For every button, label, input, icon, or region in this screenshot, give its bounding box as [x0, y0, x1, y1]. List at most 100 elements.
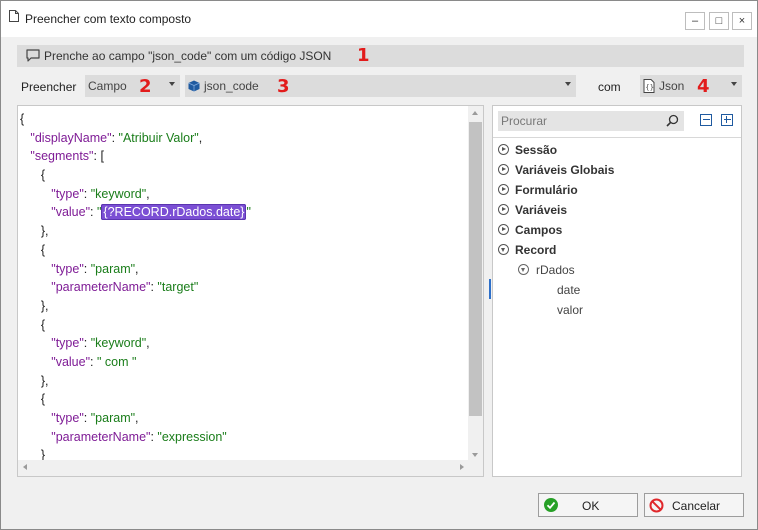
- close-button[interactable]: ×: [732, 12, 752, 30]
- tree-item-label: Sessão: [515, 143, 558, 157]
- variables-panel: Procurar Sessão Variáveis Globais Formulár…: [492, 105, 742, 477]
- json-key: "type": [51, 336, 84, 351]
- annotation-marker-4: 4: [697, 76, 710, 97]
- horizontal-scrollbar[interactable]: [18, 460, 469, 476]
- json-string: " com ": [96, 354, 137, 369]
- collapsed-arrow-icon[interactable]: [498, 184, 509, 195]
- maximize-button[interactable]: □: [709, 12, 729, 30]
- code-line[interactable]: {: [20, 241, 251, 260]
- collapsed-arrow-icon[interactable]: [498, 164, 509, 175]
- code-line[interactable]: "segments": [: [20, 147, 251, 166]
- search-icon[interactable]: [666, 114, 679, 127]
- code-line[interactable]: "type": "keyword",: [20, 334, 251, 353]
- collapsed-arrow-icon[interactable]: [498, 204, 509, 215]
- json-string: "target": [157, 280, 199, 295]
- fill-label: Preencher: [21, 80, 77, 94]
- json-punctuation: {: [40, 168, 46, 183]
- code-line[interactable]: "type": "param",: [20, 409, 251, 428]
- code-line[interactable]: "parameterName": "expression": [20, 428, 251, 447]
- code-line[interactable]: "displayName": "Atribuir Valor",: [20, 129, 251, 148]
- tree-leaf-valor[interactable]: valor: [557, 303, 583, 317]
- speech-bubble-icon: [26, 49, 40, 62]
- json-string: ": [246, 205, 251, 220]
- json-punctuation: ,: [135, 411, 139, 425]
- selected-expression[interactable]: {?RECORD.rDados.date}: [101, 204, 247, 221]
- annotation-marker-3: 3: [277, 76, 290, 97]
- scroll-thumb-horizontal[interactable]: [34, 462, 452, 474]
- tree-item-label: Campos: [515, 223, 563, 237]
- scroll-left-icon[interactable]: [23, 464, 27, 470]
- code-line[interactable]: "value": " {?RECORD.rDados.date} ": [20, 203, 251, 222]
- info-message: Prenche ao campo "json_code" com um códi…: [44, 49, 332, 63]
- ok-button[interactable]: OK: [538, 493, 638, 517]
- code-line[interactable]: "type": "keyword",: [20, 185, 251, 204]
- code-line[interactable]: },: [20, 372, 251, 391]
- json-file-icon: {}: [643, 79, 655, 93]
- json-punctuation: },: [40, 298, 49, 313]
- minimize-button[interactable]: –: [685, 12, 705, 30]
- json-string: "param": [90, 411, 136, 425]
- format-combo[interactable]: {} Json: [640, 75, 742, 97]
- json-punctuation: :: [83, 261, 91, 276]
- scroll-thumb[interactable]: [469, 122, 482, 416]
- search-input[interactable]: Procurar: [498, 111, 684, 131]
- tree-leaf-date[interactable]: date: [557, 283, 580, 297]
- panel-splitter[interactable]: [489, 279, 491, 299]
- tree-item-label: Record: [515, 243, 557, 257]
- cancel-button[interactable]: Cancelar: [644, 493, 744, 517]
- code-line[interactable]: "type": "param",: [20, 260, 251, 279]
- expanded-arrow-icon[interactable]: [498, 244, 509, 255]
- tree-item-label: rDados: [536, 263, 575, 277]
- code-content[interactable]: { "displayName": "Atribuir Valor", "segm…: [20, 110, 251, 465]
- expanded-arrow-icon[interactable]: [518, 264, 529, 275]
- code-line[interactable]: "parameterName": "target": [20, 278, 251, 297]
- scroll-up-icon[interactable]: [472, 111, 478, 115]
- annotation-marker-1: 1: [357, 45, 370, 66]
- collapsed-arrow-icon[interactable]: [498, 144, 509, 155]
- json-key: "type": [51, 261, 84, 276]
- tree-item-label: Formulário: [515, 183, 578, 197]
- annotation-marker-2: 2: [139, 76, 152, 97]
- svg-text:{}: {}: [645, 84, 654, 92]
- vertical-scrollbar[interactable]: [468, 106, 483, 462]
- window-title: Preencher com texto composto: [25, 12, 192, 26]
- chevron-down-icon: [169, 82, 175, 86]
- chevron-down-icon: [565, 82, 571, 86]
- code-line[interactable]: "value": " com ": [20, 353, 251, 372]
- json-punctuation: {: [40, 242, 46, 257]
- json-string: "param": [90, 261, 136, 276]
- code-line[interactable]: {: [20, 390, 251, 409]
- collapsed-arrow-icon[interactable]: [498, 224, 509, 235]
- collapse-all-icon[interactable]: [700, 114, 712, 126]
- json-key: "value": [51, 205, 91, 220]
- scroll-down-icon[interactable]: [472, 453, 478, 457]
- code-line[interactable]: {: [20, 316, 251, 335]
- scroll-right-icon[interactable]: [460, 464, 464, 470]
- json-punctuation: :: [83, 411, 91, 425]
- scrollbar-corner: [467, 460, 483, 476]
- code-line[interactable]: },: [20, 297, 251, 316]
- json-punctuation: :: [111, 130, 119, 145]
- json-key: "displayName": [30, 130, 112, 145]
- check-circle-icon: [544, 498, 558, 512]
- expand-all-icon[interactable]: [721, 114, 733, 126]
- code-line[interactable]: {: [20, 166, 251, 185]
- json-code-editor[interactable]: { "displayName": "Atribuir Valor", "segm…: [17, 105, 484, 477]
- field-combo[interactable]: json_code: [185, 75, 576, 97]
- code-line[interactable]: },: [20, 222, 251, 241]
- cube-icon: [188, 80, 200, 92]
- json-string: "keyword": [90, 336, 147, 351]
- type-combo[interactable]: Campo: [85, 75, 180, 97]
- code-line[interactable]: {: [20, 110, 251, 129]
